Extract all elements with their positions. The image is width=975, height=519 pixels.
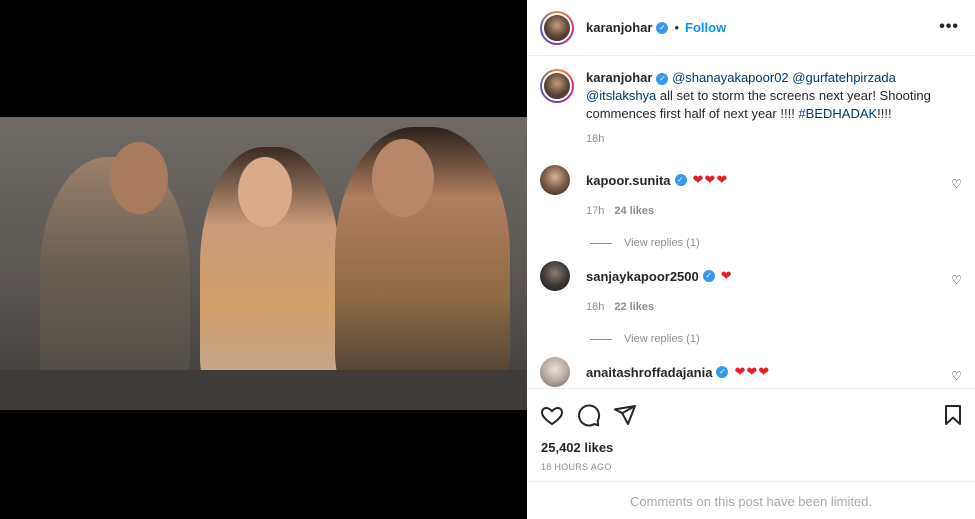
- caption-tail: !!!!: [877, 106, 892, 121]
- caption-username[interactable]: karanjohar: [586, 70, 652, 85]
- comment-item: anaitashroffadajania ✓ ❤❤❤ ♡: [540, 357, 962, 387]
- commenter-avatar[interactable]: [540, 357, 570, 387]
- bookmark-icon[interactable]: [941, 403, 965, 427]
- post-actions-bar: [527, 388, 975, 436]
- comment-item: sanjaykapoor2500 ✓ ❤ ♡ 18h 22 likes View …: [540, 261, 962, 345]
- author-avatar[interactable]: [540, 10, 574, 45]
- comment-like-icon[interactable]: ♡: [951, 177, 962, 191]
- comment-time[interactable]: 18h: [586, 301, 604, 313]
- comment-meta: 17h 24 likes: [586, 205, 962, 217]
- post-side-panel: karanjohar ✓ • Follow ••• karanjohar ✓ @s…: [527, 0, 975, 519]
- verified-badge-icon: ✓: [656, 21, 669, 34]
- comment-likes[interactable]: 24 likes: [614, 205, 654, 217]
- mention-link[interactable]: @gurfatehpirzada: [792, 70, 896, 85]
- mention-link[interactable]: @itslakshya: [586, 88, 656, 103]
- comment-text: ❤: [720, 268, 733, 283]
- author-username[interactable]: karanjohar: [586, 20, 652, 35]
- photo-head-left: [110, 142, 168, 214]
- replies-divider: [590, 338, 612, 340]
- hashtag-link[interactable]: #BEDHADAK: [798, 106, 877, 121]
- comments-list[interactable]: karanjohar ✓ @shanayakapoor02 @gurfatehpi…: [527, 57, 975, 387]
- comment-like-icon[interactable]: ♡: [951, 273, 962, 287]
- verified-badge-icon: ✓: [702, 270, 715, 282]
- paper-plane-icon[interactable]: [613, 403, 637, 427]
- commenter-avatar[interactable]: [540, 261, 570, 291]
- view-replies-button[interactable]: View replies (1): [590, 237, 962, 249]
- commenter-username[interactable]: anaitashroffadajania: [586, 365, 712, 380]
- commenter-username[interactable]: kapoor.sunita: [586, 173, 671, 188]
- view-replies-label: View replies (1): [624, 333, 700, 345]
- post-header: karanjohar ✓ • Follow •••: [527, 0, 975, 56]
- comment-like-icon[interactable]: ♡: [951, 369, 962, 383]
- commenter-avatar[interactable]: [540, 165, 570, 195]
- post-photo[interactable]: [0, 117, 527, 410]
- caption-text: karanjohar ✓ @shanayakapoor02 @gurfatehpi…: [586, 69, 956, 123]
- mention-link[interactable]: @shanayakapoor02: [672, 70, 789, 85]
- caption-avatar[interactable]: [540, 69, 574, 103]
- replies-divider: [590, 242, 612, 244]
- post-timestamp[interactable]: 18 HOURS AGO: [541, 462, 612, 472]
- verified-badge-icon: ✓: [656, 72, 669, 85]
- comment-text: ❤❤❤: [692, 172, 729, 187]
- more-options-icon[interactable]: •••: [939, 18, 959, 36]
- photo-head-center: [238, 157, 292, 227]
- comment-item: kapoor.sunita ✓ ❤❤❤ ♡ 17h 24 likes View r…: [540, 165, 962, 249]
- comment-likes[interactable]: 22 likes: [614, 301, 654, 313]
- verified-badge-icon: ✓: [674, 174, 687, 186]
- post-caption: karanjohar ✓ @shanayakapoor02 @gurfatehpi…: [540, 69, 960, 123]
- comments-limited-notice: Comments on this post have been limited.: [527, 481, 975, 519]
- post-media-area: [0, 0, 527, 519]
- view-replies-button[interactable]: View replies (1): [590, 333, 962, 345]
- verified-badge-icon: ✓: [716, 366, 729, 378]
- comment-meta: 18h 22 likes: [586, 301, 962, 313]
- header-separator: •: [674, 20, 680, 35]
- comment-text: ❤❤❤: [734, 364, 771, 379]
- instagram-post-window: karanjohar ✓ • Follow ••• karanjohar ✓ @s…: [0, 0, 975, 519]
- photo-head-right: [372, 139, 434, 217]
- follow-button[interactable]: Follow: [685, 20, 726, 35]
- commenter-username[interactable]: sanjaykapoor2500: [586, 269, 699, 284]
- likes-count[interactable]: 25,402 likes: [541, 440, 613, 455]
- comment-icon[interactable]: [577, 403, 601, 427]
- view-replies-label: View replies (1): [624, 237, 700, 249]
- heart-icon[interactable]: [540, 403, 564, 427]
- caption-timestamp[interactable]: 18h: [586, 133, 604, 145]
- photo-ground: [0, 370, 527, 410]
- comment-time[interactable]: 17h: [586, 205, 604, 217]
